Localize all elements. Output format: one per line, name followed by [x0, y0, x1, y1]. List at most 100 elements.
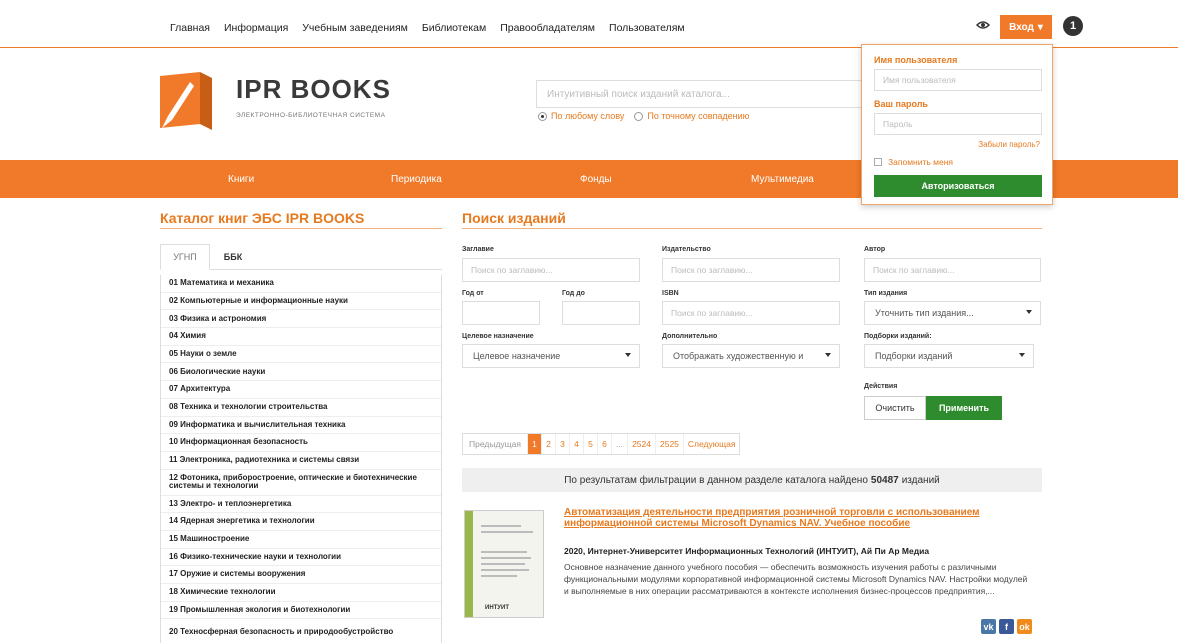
pager-page[interactable]: 1 — [527, 434, 542, 454]
facebook-share-icon[interactable]: f — [999, 619, 1014, 634]
catalog-item[interactable]: 12 Фотоника, приборостроение, оптические… — [161, 470, 441, 496]
catalog-title: Каталог книг ЭБС IPR BOOKS — [160, 210, 365, 226]
login-dropdown-panel: Имя пользователя Имя пользователя Ваш па… — [861, 44, 1053, 205]
results-prefix: По результатам фильтрации в данном разде… — [564, 474, 868, 486]
results-summary: По результатам фильтрации в данном разде… — [462, 468, 1042, 492]
radio-selected-icon — [538, 112, 547, 122]
search-mode-group: По любому слову По точному совпадению — [538, 111, 749, 122]
catalog-item[interactable]: 17 Оружие и системы вооружения — [161, 566, 441, 584]
book-cover-image[interactable]: ИНТУИТ — [464, 510, 544, 618]
catalog-item[interactable]: 03 Физика и астрономия — [161, 310, 441, 329]
remember-me-label: Запомнить меня — [888, 157, 954, 167]
publisher-field[interactable]: Поиск по заглавию... — [662, 258, 840, 282]
catalog-item[interactable]: 04 Химия — [161, 328, 441, 346]
catalog-item[interactable]: 18 Химические технологии — [161, 584, 441, 602]
apply-button[interactable]: Применить — [926, 396, 1002, 420]
author-field[interactable]: Поиск по заглавию... — [864, 258, 1041, 282]
cover-text-line — [481, 563, 525, 565]
catalog-search-input[interactable]: Интуитивный поиск изданий каталога... — [536, 80, 866, 108]
authorize-button[interactable]: Авторизоваться — [874, 175, 1042, 197]
year-to-field[interactable] — [562, 301, 640, 325]
pager-page[interactable]: 3 — [556, 434, 570, 454]
catalog-item[interactable]: 11 Электроника, радиотехника и системы с… — [161, 452, 441, 470]
pager-page[interactable]: 2 — [542, 434, 556, 454]
purpose-select[interactable]: Целевое назначение — [462, 344, 640, 368]
catalog-item[interactable]: 01 Математика и механика — [161, 275, 441, 293]
extra-select[interactable]: Отображать художественную и — [662, 344, 840, 368]
radio-exact-match[interactable]: По точному совпадению — [634, 111, 749, 122]
pager-page[interactable]: 2525 — [656, 434, 684, 454]
forgot-password-link[interactable]: Забыли пароль? — [978, 140, 1040, 149]
edition-type-select[interactable]: Уточнить тип издания... — [864, 301, 1041, 325]
step-badge: 1 — [1063, 16, 1083, 36]
nav-link-libraries[interactable]: Библиотекам — [422, 22, 486, 34]
catalog-item[interactable]: 19 Промышленная экология и биотехнологии — [161, 602, 441, 620]
catalog-item[interactable]: 09 Информатика и вычислительная техника — [161, 417, 441, 435]
title-field[interactable]: Поиск по заглавию... — [462, 258, 640, 282]
book-title-link[interactable]: Автоматизация деятельности предприятия р… — [564, 507, 1034, 529]
catalog-item[interactable]: 05 Науки о земле — [161, 346, 441, 364]
menu-item-funds[interactable]: Фонды — [580, 174, 612, 185]
top-nav-links: Главная Информация Учебным заведениям Би… — [170, 22, 685, 34]
catalog-item[interactable]: 16 Физико-технические науки и технологии — [161, 549, 441, 567]
menu-item-books[interactable]: Книги — [228, 174, 254, 185]
year-from-field[interactable] — [462, 301, 540, 325]
catalog-item[interactable]: 08 Техника и технологии строительства — [161, 399, 441, 417]
collections-select[interactable]: Подборки изданий — [864, 344, 1034, 368]
extra-label: Дополнительно — [662, 333, 718, 340]
nav-link-institutions[interactable]: Учебным заведениям — [302, 22, 408, 34]
username-input[interactable]: Имя пользователя — [874, 69, 1042, 91]
collections-value: Подборки изданий — [875, 351, 953, 361]
cover-text-line — [481, 525, 521, 527]
nav-link-users[interactable]: Пользователям — [609, 22, 685, 34]
catalog-item[interactable]: 02 Компьютерные и информационные науки — [161, 293, 441, 311]
year-from-label: Год от — [462, 290, 484, 297]
catalog-item[interactable]: 06 Биологические науки — [161, 363, 441, 382]
catalog-item[interactable]: 10 Информационная безопасность — [161, 434, 441, 452]
checkbox-icon — [874, 158, 882, 166]
actions-label: Действия — [864, 383, 898, 390]
tab-bbk[interactable]: ББК — [218, 244, 248, 270]
cover-band — [465, 511, 473, 617]
cover-text-line — [481, 551, 527, 553]
tab-ugnp[interactable]: УГНП — [160, 244, 210, 270]
password-label: Ваш пароль — [874, 99, 928, 109]
menu-item-multimedia[interactable]: Мультимедиа — [751, 174, 814, 185]
eye-icon[interactable] — [975, 18, 991, 32]
isbn-field[interactable]: Поиск по заглавию... — [662, 301, 840, 325]
cover-text-line — [481, 531, 533, 533]
pager-page[interactable]: 2524 — [628, 434, 656, 454]
pager-ellipsis: ... — [612, 434, 629, 454]
menu-item-periodicals[interactable]: Периодика — [391, 174, 442, 185]
remember-me-checkbox[interactable]: Запомнить меня — [874, 157, 953, 167]
pager-page[interactable]: 6 — [598, 434, 612, 454]
catalog-item[interactable]: 07 Архитектура — [161, 381, 441, 399]
book-meta: 2020, Интернет-Университет Информационны… — [564, 546, 930, 556]
ipr-logo-icon[interactable] — [160, 72, 216, 132]
odnoklassniki-share-icon[interactable]: ok — [1017, 619, 1032, 634]
nav-link-info[interactable]: Информация — [224, 22, 288, 34]
catalog-item[interactable]: 15 Машиностроение — [161, 531, 441, 549]
catalog-title-underline — [160, 228, 442, 229]
password-input[interactable]: Пароль — [874, 113, 1042, 135]
nav-link-rightholders[interactable]: Правообладателям — [500, 22, 595, 34]
catalog-item[interactable]: 13 Электро- и теплоэнергетика — [161, 496, 441, 514]
brand-title[interactable]: IPR BOOKS — [236, 74, 391, 105]
vk-share-icon[interactable]: vk — [981, 619, 996, 634]
login-button-label: Вход — [1009, 21, 1034, 33]
catalog-item[interactable]: 14 Ядерная энергетика и технологии — [161, 513, 441, 531]
pager-page[interactable]: 4 — [570, 434, 584, 454]
pager-prev[interactable]: Предыдущая — [463, 434, 528, 454]
catalog-list: 01 Математика и механика 02 Компьютерные… — [160, 275, 442, 643]
extra-value: Отображать художественную и — [673, 351, 804, 361]
clear-button[interactable]: Очистить — [864, 396, 926, 420]
pager-next[interactable]: Следующая — [684, 434, 740, 454]
cover-text-line — [481, 557, 531, 559]
login-button[interactable]: Вход ▾ — [1000, 15, 1052, 39]
catalog-tabs: УГНП ББК — [160, 244, 442, 270]
nav-link-home[interactable]: Главная — [170, 22, 210, 34]
cover-publisher: ИНТУИТ — [485, 605, 510, 611]
catalog-item[interactable]: 20 Техносферная безопасность и природооб… — [161, 619, 441, 643]
radio-any-word[interactable]: По любому слову — [538, 111, 624, 122]
pager-page[interactable]: 5 — [584, 434, 598, 454]
